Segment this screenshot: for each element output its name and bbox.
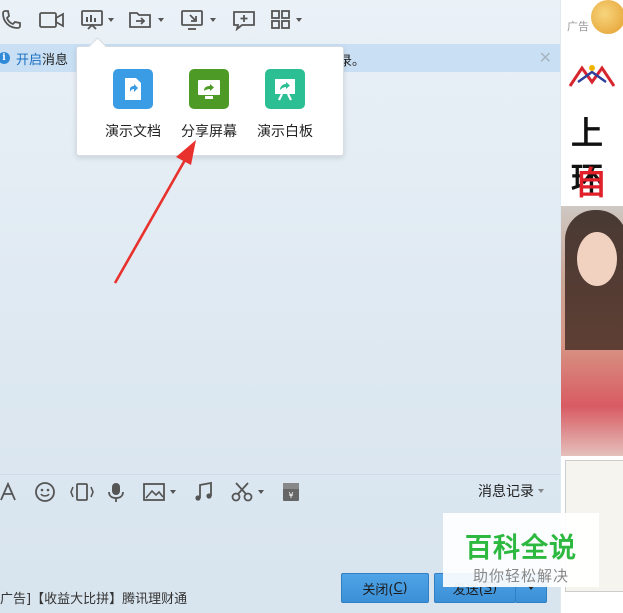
screen-share-icon [189, 69, 229, 109]
chat-toolbar [0, 0, 560, 40]
close-icon[interactable]: ✕ [539, 48, 552, 67]
phone-icon[interactable] [0, 8, 22, 32]
ad-photo-face [577, 232, 617, 286]
bottom-ad-link[interactable]: 广告]【收益大比拼】腾讯理财通 [0, 588, 187, 607]
watermark-title: 百科全说 [465, 533, 577, 564]
whiteboard-icon [265, 69, 305, 109]
ad-image [591, 0, 623, 34]
close-button-suffix: ) [402, 580, 408, 596]
folder-send-icon [129, 12, 151, 28]
emoji-icon[interactable] [34, 481, 56, 503]
close-button-key: C [393, 580, 403, 596]
notice-main: 消息 [42, 52, 69, 68]
popup-item-label: 演示白板 [257, 124, 313, 140]
ad-logo [568, 65, 616, 87]
scissors-icon [231, 482, 253, 502]
remote-desktop-button[interactable] [180, 8, 216, 32]
presentation-icon [81, 10, 103, 30]
ad-tag: 广告 [567, 20, 589, 33]
svg-text:¥: ¥ [288, 491, 293, 500]
chevron-down-icon [108, 18, 114, 22]
shake-icon[interactable] [68, 481, 96, 503]
message-history-label: 消息记录 [478, 484, 534, 500]
chevron-down-icon [210, 18, 216, 22]
red-packet-icon[interactable]: ¥ [280, 481, 302, 503]
apps-menu-button[interactable] [270, 8, 302, 32]
remote-screen-icon [181, 10, 203, 30]
notice-link[interactable]: 开启 [16, 53, 42, 68]
input-toolbar: ¥ 消息记录 [0, 474, 560, 507]
popup-item-label: 演示文档 [105, 124, 161, 140]
music-icon[interactable] [192, 481, 214, 503]
chevron-down-icon [258, 490, 264, 494]
font-icon[interactable] [0, 481, 18, 503]
screenshot-button[interactable] [230, 481, 264, 503]
chevron-down-icon [538, 489, 544, 493]
watermark-subtitle: 助你轻松解决 [472, 567, 569, 585]
popup-item-share-screen[interactable]: 分享屏幕 [171, 69, 247, 141]
presentation-menu-button[interactable] [80, 8, 114, 32]
close-button-label: 关闭( [362, 582, 394, 598]
popup-item-label: 分享屏幕 [181, 124, 237, 140]
image-button[interactable] [142, 481, 176, 503]
close-button[interactable]: 关闭(C) [341, 573, 429, 603]
new-discussion-icon[interactable] [232, 8, 256, 32]
microphone-icon[interactable] [106, 481, 126, 503]
grid-icon [271, 10, 290, 29]
popup-item-present-document[interactable]: 演示文档 [95, 69, 171, 141]
chevron-down-icon [170, 490, 176, 494]
image-icon [143, 483, 165, 501]
notice-text: 开启消息 [16, 49, 68, 68]
info-icon: i [0, 52, 10, 64]
chevron-down-icon [158, 18, 164, 22]
document-share-icon [113, 69, 153, 109]
message-history-button[interactable]: 消息记录 [478, 481, 544, 501]
chevron-down-icon [296, 18, 302, 22]
file-transfer-button[interactable] [128, 8, 164, 32]
watermark: 百科全说 助你轻松解决 [443, 513, 599, 587]
presentation-popup: 演示文档 分享屏幕 演示白板 [76, 46, 344, 156]
video-call-icon[interactable] [38, 8, 66, 32]
popup-item-whiteboard[interactable]: 演示白板 [247, 69, 323, 141]
